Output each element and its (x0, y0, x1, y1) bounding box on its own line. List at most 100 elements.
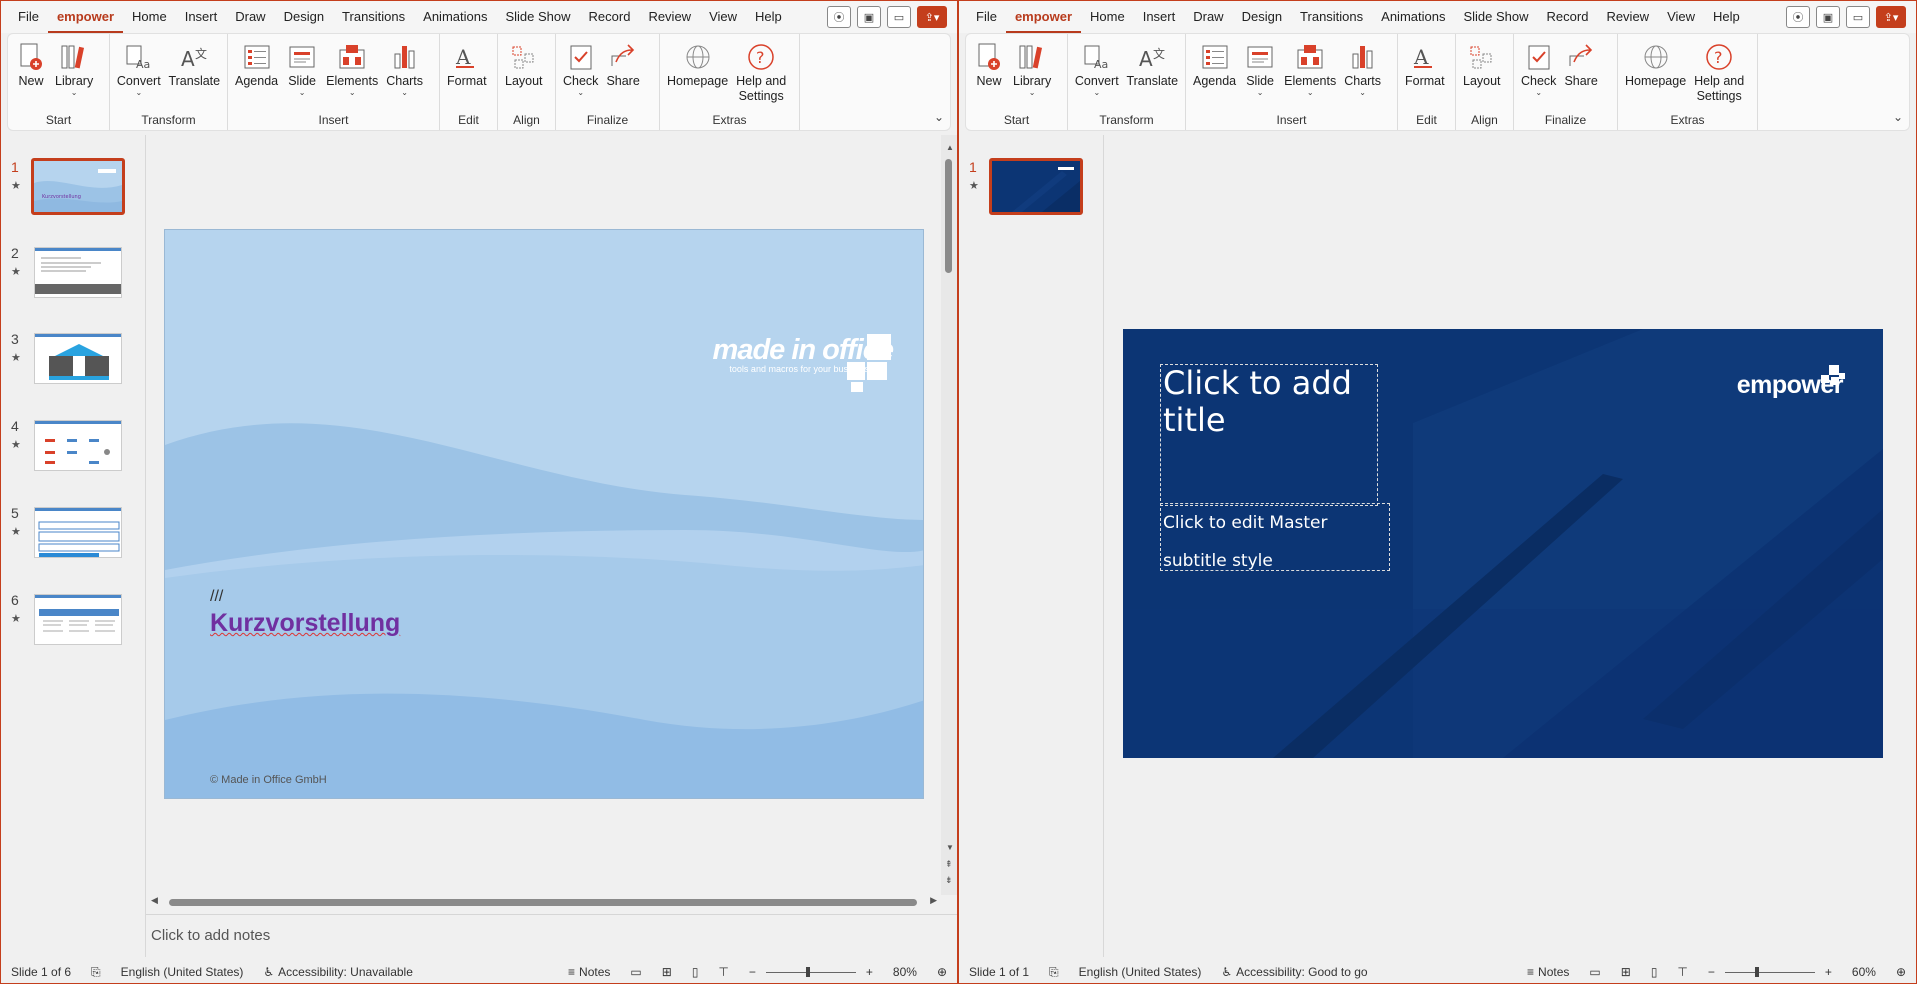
menu-empower[interactable]: empower (47, 1, 124, 33)
elements-button[interactable]: Elements ⌄ (1280, 38, 1340, 99)
menu-slide-show[interactable]: Slide Show (1454, 1, 1537, 33)
agenda-button[interactable]: Agenda (231, 38, 282, 91)
thumbnail-slide-4[interactable]: 4 ★ (1, 404, 141, 474)
slideshow-icon[interactable]: ⊤ (708, 965, 738, 979)
homepage-button[interactable]: Homepage (1621, 38, 1690, 91)
menu-draw[interactable]: Draw (226, 1, 274, 33)
normal-view-icon[interactable]: ▭ (620, 965, 651, 979)
menu-record[interactable]: Record (1538, 1, 1598, 33)
zoom-level[interactable]: 80% (883, 965, 927, 979)
translate-button[interactable]: A文 Translate (165, 38, 224, 91)
share-icon[interactable]: ⇪▾ (1876, 6, 1906, 28)
thumbnail-slide-5[interactable]: 5 ★ (1, 491, 141, 561)
comments-icon[interactable]: ▭ (1846, 6, 1870, 28)
reading-view-icon[interactable]: ▯ (1641, 965, 1668, 979)
menu-home[interactable]: Home (123, 1, 176, 33)
collapse-ribbon-icon[interactable]: ⌄ (1893, 110, 1903, 124)
language-indicator[interactable]: English (United States) (111, 965, 254, 979)
convert-button[interactable]: Aa Convert ⌄ (1071, 38, 1123, 99)
slide-canvas[interactable]: empower Click to add title Click to edit… (1123, 329, 1883, 758)
layout-button[interactable]: Layout (1459, 38, 1505, 91)
agenda-button[interactable]: Agenda (1189, 38, 1240, 91)
title-placeholder[interactable]: Click to add title (1160, 364, 1378, 506)
spellcheck-icon[interactable]: ⎘ (81, 965, 111, 980)
format-button[interactable]: A Format (1401, 38, 1449, 91)
charts-button[interactable]: Charts ⌄ (1340, 38, 1385, 99)
menu-file[interactable]: File (967, 1, 1006, 33)
notes-toggle[interactable]: ≡ Notes (558, 965, 620, 979)
menu-view[interactable]: View (700, 1, 746, 33)
menu-draw[interactable]: Draw (1184, 1, 1232, 33)
layout-button[interactable]: Layout (501, 38, 547, 91)
normal-view-icon[interactable]: ▭ (1579, 965, 1610, 979)
check-button[interactable]: Check ⌄ (1517, 38, 1560, 99)
zoom-out-icon[interactable]: − (1698, 965, 1725, 979)
menu-design[interactable]: Design (1233, 1, 1291, 33)
vertical-scrollbar[interactable]: ▲ ▼ ⇞ ⇟ (941, 135, 957, 895)
accessibility-status[interactable]: ♿ Accessibility: Good to go (1211, 965, 1377, 979)
accessibility-status[interactable]: ♿ Accessibility: Unavailable (253, 965, 423, 979)
spellcheck-icon[interactable]: ⎘ (1039, 965, 1069, 980)
menu-file[interactable]: File (9, 1, 48, 33)
menu-review[interactable]: Review (639, 1, 700, 33)
slideshow-icon[interactable]: ⊤ (1667, 965, 1697, 979)
slide-title[interactable]: Kurzvorstellung (210, 609, 400, 638)
notes-toggle[interactable]: ≡ Notes (1517, 965, 1579, 979)
horizontal-scrollbar[interactable]: ◀ ▶ (151, 895, 941, 909)
record-icon[interactable]: ⦿ (827, 6, 851, 28)
thumbnail-slide-1[interactable]: 1 ★ Kurzvorstellung (1, 145, 141, 215)
menu-animations[interactable]: Animations (1372, 1, 1454, 33)
horizontal-scroll-thumb[interactable] (169, 899, 917, 906)
help-settings-button[interactable]: ? Help and Settings (1690, 38, 1748, 106)
library-button[interactable]: Library ⌄ (1009, 38, 1055, 99)
menu-help[interactable]: Help (1704, 1, 1749, 33)
menu-animations[interactable]: Animations (414, 1, 496, 33)
language-indicator[interactable]: English (United States) (1069, 965, 1212, 979)
slide-button[interactable]: Slide ⌄ (282, 38, 322, 99)
menu-slide-show[interactable]: Slide Show (496, 1, 579, 33)
scroll-up-icon[interactable]: ▲ (946, 143, 954, 152)
slide-button[interactable]: Slide ⌄ (1240, 38, 1280, 99)
zoom-level[interactable]: 60% (1842, 965, 1886, 979)
next-slide-icon[interactable]: ⇟ (945, 875, 953, 886)
teams-icon[interactable]: ▣ (857, 6, 881, 28)
thumbnail-slide-2[interactable]: 2 ★ (1, 231, 141, 301)
zoom-slider[interactable] (765, 967, 856, 977)
share-button[interactable]: Share (602, 38, 643, 91)
menu-help[interactable]: Help (746, 1, 791, 33)
zoom-out-icon[interactable]: − (739, 965, 766, 979)
scroll-right-icon[interactable]: ▶ (930, 895, 937, 906)
zoom-slider-handle[interactable] (1754, 967, 1759, 977)
slide-sorter-icon[interactable]: ⊞ (1611, 965, 1641, 979)
subtitle-placeholder[interactable]: Click to edit Master subtitle style (1160, 503, 1390, 571)
notes-pane[interactable]: Click to add notes (151, 917, 937, 953)
help-settings-button[interactable]: ? Help and Settings (732, 38, 790, 106)
previous-slide-icon[interactable]: ⇞ (945, 859, 953, 870)
menu-transitions[interactable]: Transitions (1291, 1, 1372, 33)
zoom-slider[interactable] (1724, 967, 1815, 977)
format-button[interactable]: A Format (443, 38, 491, 91)
homepage-button[interactable]: Homepage (663, 38, 732, 91)
menu-design[interactable]: Design (275, 1, 333, 33)
thumbnail-slide-3[interactable]: 3 ★ (1, 317, 141, 387)
record-icon[interactable]: ⦿ (1786, 6, 1810, 28)
library-button[interactable]: Library ⌄ (51, 38, 97, 99)
fit-to-window-icon[interactable]: ⊕ (927, 965, 957, 979)
new-button[interactable]: New (11, 38, 51, 91)
new-button[interactable]: New (969, 38, 1009, 91)
teams-icon[interactable]: ▣ (1816, 6, 1840, 28)
reading-view-icon[interactable]: ▯ (682, 965, 709, 979)
comments-icon[interactable]: ▭ (887, 6, 911, 28)
menu-review[interactable]: Review (1597, 1, 1658, 33)
menu-insert[interactable]: Insert (176, 1, 227, 33)
thumbnail-slide-1[interactable]: 1 ★ (959, 145, 1099, 215)
menu-home[interactable]: Home (1081, 1, 1134, 33)
elements-button[interactable]: Elements ⌄ (322, 38, 382, 99)
zoom-in-icon[interactable]: + (856, 965, 883, 979)
slide-canvas[interactable]: made in office tools and macros for your… (164, 229, 924, 799)
menu-empower[interactable]: empower (1005, 1, 1082, 33)
menu-transitions[interactable]: Transitions (333, 1, 414, 33)
collapse-ribbon-icon[interactable]: ⌄ (934, 110, 944, 124)
scroll-left-icon[interactable]: ◀ (151, 895, 158, 906)
menu-insert[interactable]: Insert (1134, 1, 1185, 33)
